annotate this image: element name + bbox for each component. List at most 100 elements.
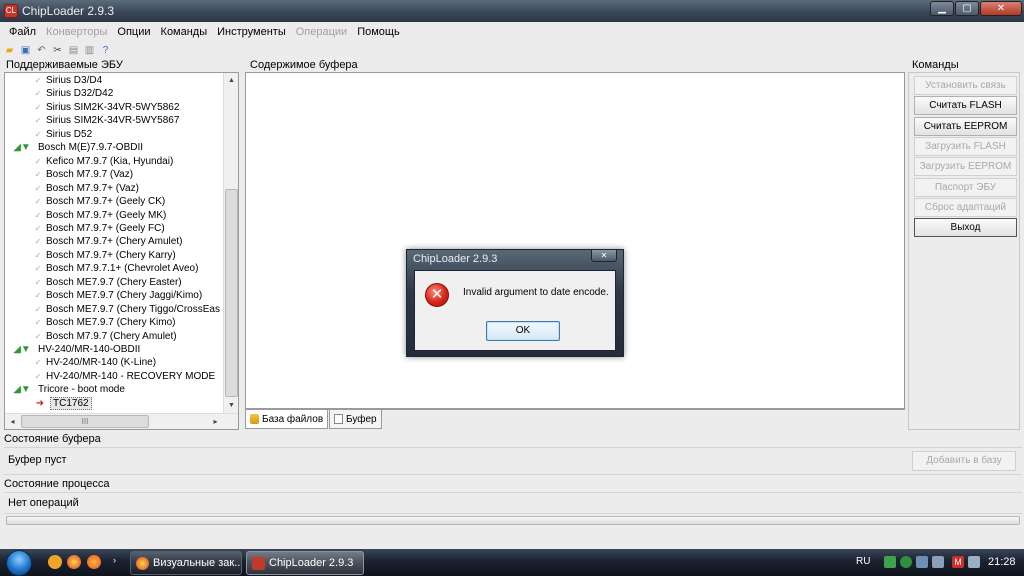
- menu-item-3[interactable]: Команды: [156, 26, 213, 38]
- language-indicator[interactable]: RU: [856, 556, 870, 567]
- tree-item-label: Bosch M7.9.7+ (Vaz): [46, 182, 139, 194]
- tree-item[interactable]: ✓ Bosch M7.9.7+ (Geely MK): [33, 209, 167, 222]
- tab-buffer[interactable]: Буфер: [329, 410, 382, 429]
- paste-icon[interactable]: ▥: [83, 44, 96, 57]
- tree-item[interactable]: ✓ Bosch M7.9.7+ (Geely CK): [33, 195, 166, 208]
- tree-item-label: Bosch M7.9.7+ (Chery Karry): [46, 249, 176, 261]
- tree-vertical-scrollbar[interactable]: ▲ ▼: [223, 73, 238, 413]
- undo-icon[interactable]: ↶: [35, 44, 48, 57]
- tray-volume-icon[interactable]: [932, 556, 944, 568]
- add-to-database-button[interactable]: Добавить в базу: [912, 451, 1016, 471]
- quicklaunch-browser-icon[interactable]: [48, 555, 62, 569]
- command-button-2[interactable]: Считать EEPROM: [914, 116, 1017, 136]
- ecu-item-icon: ✓: [34, 358, 42, 368]
- buffer-status-text: Буфер пуст: [8, 454, 67, 466]
- tree-item[interactable]: ✓ Bosch ME7.9.7 (Chery Kimo): [33, 316, 176, 329]
- taskbar-clock[interactable]: 21:28: [988, 556, 1016, 568]
- tree-hscroll-thumb[interactable]: III: [21, 415, 149, 428]
- taskbar-item-chiploader[interactable]: ChipLoader 2.9.3: [246, 551, 364, 575]
- database-icon: [250, 414, 259, 424]
- quicklaunch-chrome-icon[interactable]: [67, 555, 81, 569]
- tree-item[interactable]: ✓ Bosch ME7.9.7 (Chery Jaggi/Kimo): [33, 289, 203, 302]
- tree-vscroll-thumb[interactable]: [225, 189, 238, 397]
- tree-item[interactable]: ✓ Bosch ME7.9.7 (Chery Easter): [33, 276, 182, 289]
- command-button-7[interactable]: Выход: [914, 218, 1017, 238]
- tree-item-label: HV-240/MR-140-OBDII: [38, 344, 141, 355]
- tree-item-label: Sirius D32/D42: [46, 88, 114, 100]
- menu-item-0[interactable]: Файл: [4, 26, 41, 38]
- minimize-button[interactable]: ▁: [930, 1, 954, 16]
- tree-item[interactable]: ✓ Bosch ME7.9.7 (Chery Tiggo/CrossEas: [33, 303, 220, 316]
- scroll-down-icon[interactable]: ▼: [224, 398, 238, 413]
- close-button[interactable]: ✕: [980, 1, 1022, 16]
- ecu-item-icon: ✓: [34, 237, 42, 247]
- tree-item[interactable]: ✓ Bosch M7.9.7+ (Chery Karry): [33, 249, 176, 262]
- scroll-left-icon[interactable]: ◂: [5, 414, 20, 429]
- cut-icon[interactable]: ✂: [51, 44, 64, 57]
- tree-group[interactable]: ◢▼ HV-240/MR-140-OBDII: [9, 343, 140, 356]
- tab-file-database-label: База файлов: [262, 413, 324, 425]
- quicklaunch-firefox-icon[interactable]: [87, 555, 101, 569]
- dialog-body: ✕ Invalid argument to date encode. OK: [414, 270, 616, 351]
- open-icon[interactable]: ▰: [3, 44, 16, 57]
- ecu-item-icon: ✓: [34, 304, 42, 314]
- menu-item-4[interactable]: Инструменты: [212, 26, 291, 38]
- tree-item[interactable]: ✓ Sirius SIM2K-34VR-5WY5867: [33, 114, 180, 127]
- tree-item[interactable]: ➜ TC1762: [33, 396, 92, 410]
- tray-mail-icon[interactable]: M: [952, 556, 964, 568]
- save-icon[interactable]: ▣: [19, 44, 32, 57]
- maximize-button[interactable]: ▢: [955, 1, 979, 16]
- tree-item[interactable]: ✓ Bosch M7.9.7 (Vaz): [33, 168, 133, 181]
- tree-horizontal-scrollbar[interactable]: ◂ III ▸: [5, 413, 238, 429]
- tree-item-label: Bosch ME7.9.7 (Chery Jaggi/Kimo): [46, 290, 203, 302]
- command-button-1[interactable]: Считать FLASH: [914, 96, 1017, 116]
- tray-app-icon[interactable]: [884, 556, 896, 568]
- ecu-item-icon: ✓: [34, 291, 42, 301]
- menu-item-1: Конверторы: [46, 26, 108, 38]
- scroll-up-icon[interactable]: ▲: [224, 73, 238, 88]
- menu-item-2[interactable]: Опции: [112, 26, 155, 38]
- tree-item[interactable]: ✓ Bosch M7.9.7 (Chery Amulet): [33, 330, 177, 343]
- ecu-group-icon: ◢▼: [13, 344, 31, 355]
- tree-group[interactable]: ◢▼ Bosch M(E)7.9.7-OBDII: [9, 141, 143, 154]
- tree-item[interactable]: ✓ Bosch M7.9.7+ (Chery Amulet): [33, 235, 183, 248]
- tab-file-database[interactable]: База файлов: [245, 410, 329, 429]
- taskbar-item-browser[interactable]: Визуальные зак...: [130, 551, 242, 575]
- command-button-4: Загрузить EEPROM: [914, 157, 1017, 177]
- taskbar-item-chiploader-label: ChipLoader 2.9.3: [269, 557, 354, 569]
- tree-item[interactable]: ✓ Kefico M7.9.7 (Kia, Hyundai): [33, 155, 174, 168]
- scroll-right-icon[interactable]: ▸: [208, 414, 223, 429]
- tree-item-label: Bosch ME7.9.7 (Chery Easter): [46, 276, 182, 288]
- tree-item[interactable]: ✓ Sirius D32/D42: [33, 87, 114, 100]
- tree-item[interactable]: ✓ Bosch M7.9.7+ (Geely FC): [33, 222, 165, 235]
- title-bar: CL ChipLoader 2.9.3 ▁ ▢ ✕: [0, 0, 1024, 22]
- tray-monitor-icon[interactable]: [916, 556, 928, 568]
- ecu-item-icon: ✓: [34, 371, 42, 381]
- tree-group[interactable]: ◢▼ Tricore - boot mode: [9, 383, 125, 396]
- ecu-tree[interactable]: ✓ Sirius D3/D4 ✓ Sirius D32/D42 ✓ Sirius SIM2…: [5, 73, 225, 413]
- tree-item[interactable]: ✓ Bosch M7.9.7.1+ (Chevrolet Aveo): [33, 262, 199, 275]
- tray-action-center-icon[interactable]: [968, 556, 980, 568]
- dialog-close-button[interactable]: ✕: [591, 250, 617, 262]
- window-title: ChipLoader 2.9.3: [22, 4, 115, 18]
- menu-item-6[interactable]: Помощь: [352, 26, 405, 38]
- ecu-group-icon: ◢▼: [13, 384, 31, 396]
- ecu-item-icon: ✓: [34, 197, 42, 207]
- start-button[interactable]: [6, 550, 32, 576]
- tree-item[interactable]: ✓ HV-240/MR-140 (K-Line): [33, 356, 156, 369]
- tree-item[interactable]: ✓ Sirius SIM2K-34VR-5WY5862: [33, 101, 180, 114]
- tree-item-label: Bosch M7.9.7 (Chery Amulet): [46, 330, 177, 342]
- tree-item[interactable]: ✓ Bosch M7.9.7+ (Vaz): [33, 182, 139, 195]
- help-icon[interactable]: ?: [99, 44, 112, 57]
- tree-item[interactable]: ✓ Sirius D3/D4: [33, 74, 103, 87]
- copy-icon[interactable]: ▤: [67, 44, 80, 57]
- tray-network-icon[interactable]: [900, 556, 912, 568]
- quicklaunch-expand-icon[interactable]: ›: [113, 555, 116, 565]
- ecu-item-icon: ✓: [34, 129, 42, 139]
- ok-button[interactable]: OK: [486, 321, 560, 341]
- buffer-contents-area[interactable]: [245, 72, 905, 409]
- app-icon: CL: [4, 4, 18, 18]
- tree-item[interactable]: ✓ HV-240/MR-140 - RECOVERY MODE: [33, 370, 216, 383]
- tree-item[interactable]: ✓ Sirius D52: [33, 128, 93, 141]
- ecu-item-icon: ✓: [34, 318, 42, 328]
